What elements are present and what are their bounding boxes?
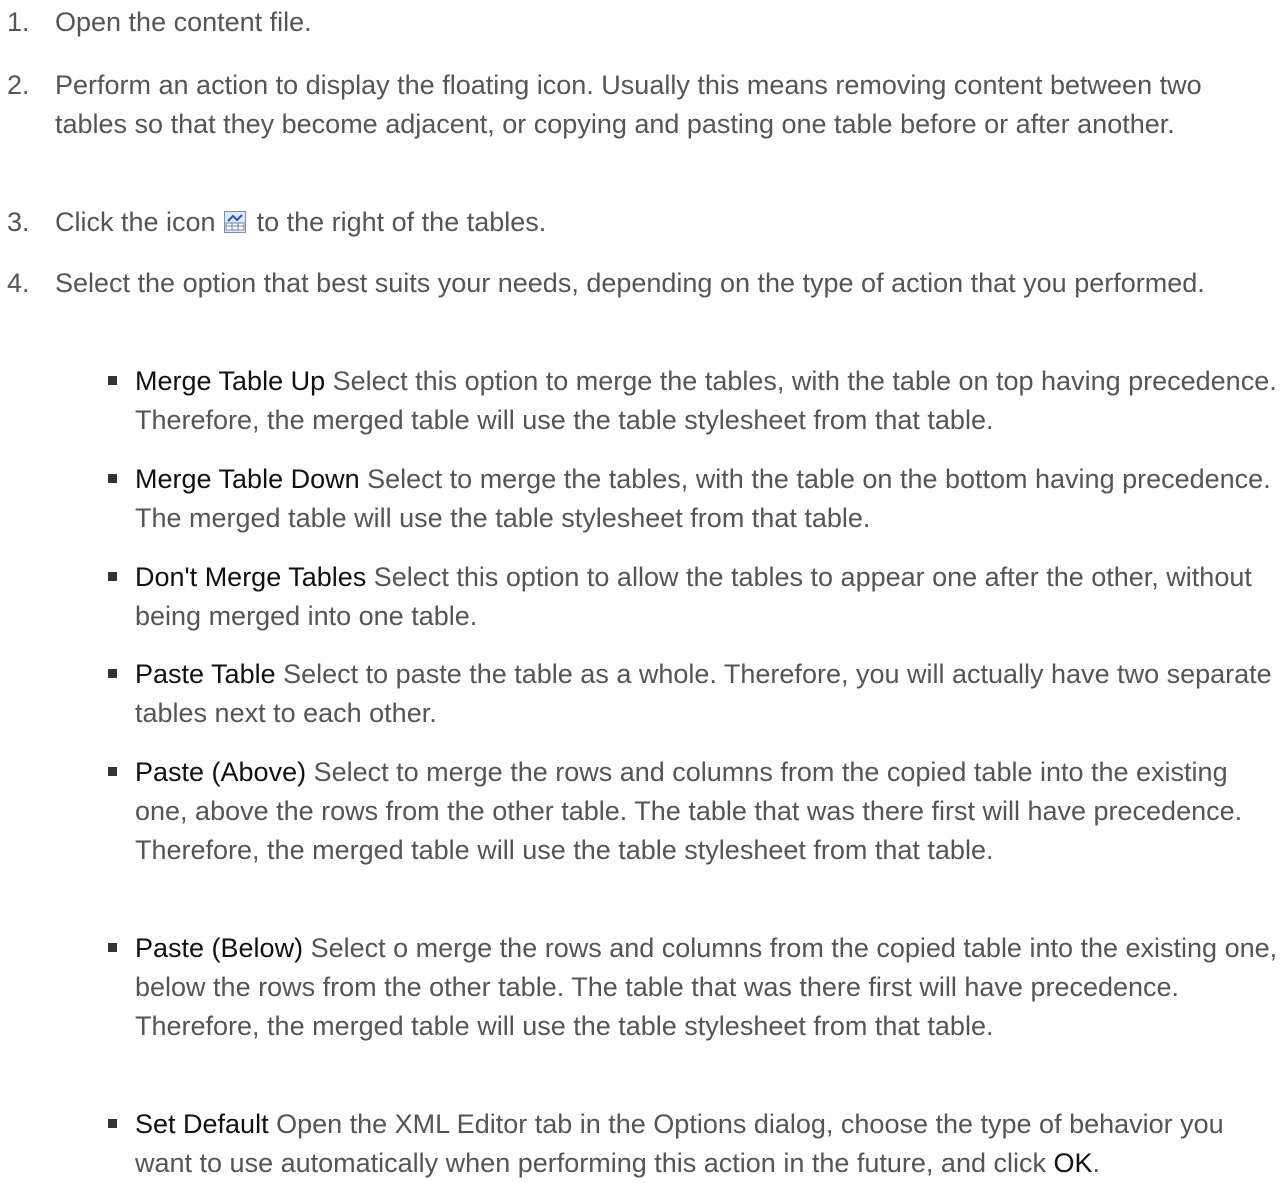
step-number: 2.: [7, 70, 30, 100]
option-text: Set Default Open the XML Editor tab in t…: [135, 1105, 1278, 1183]
option-term: Merge Table Down: [135, 464, 360, 494]
step-number: 1.: [7, 7, 30, 37]
document: 1. Open the content file. 2. Perform an …: [0, 0, 1284, 1182]
option-term: Merge Table Up: [135, 366, 326, 396]
ok-label: OK: [1053, 1148, 1093, 1178]
option-term: Set Default: [135, 1109, 269, 1139]
option-term: Paste Table: [135, 659, 276, 689]
bullet-icon: [108, 572, 117, 581]
option-end: .: [1092, 1148, 1101, 1178]
step-text: Perform an action to display the floatin…: [55, 70, 1202, 139]
bullet-icon: [108, 669, 117, 678]
step-text-before: Click the icon: [55, 207, 224, 237]
option-term: Paste (Below): [135, 933, 304, 963]
option-term: Paste (Above): [135, 757, 307, 787]
option-term: Don't Merge Tables: [135, 562, 367, 592]
step-text: Select the option that best suits your n…: [55, 268, 1205, 298]
step-number: 3.: [7, 207, 30, 237]
bullet-icon: [108, 474, 117, 483]
option-text: Paste (Above) Select to merge the rows a…: [135, 753, 1278, 870]
bullet-icon: [108, 767, 117, 776]
option-desc: Select to paste the table as a whole. Th…: [135, 659, 1272, 728]
bullet-icon: [108, 1119, 117, 1128]
option-text: Paste (Below) Select o merge the rows an…: [135, 929, 1278, 1046]
bullet-icon: [108, 376, 117, 385]
option-text: Merge Table Down Select to merge the tab…: [135, 460, 1278, 538]
option-text: Don't Merge Tables Select this option to…: [135, 558, 1278, 636]
bullet-icon: [108, 943, 117, 952]
option-text: Merge Table Up Select this option to mer…: [135, 362, 1278, 440]
step-text: Open the content file.: [55, 7, 312, 37]
option-desc: Select o merge the rows and columns from…: [135, 933, 1278, 1041]
option-text: Paste Table Select to paste the table as…: [135, 655, 1278, 733]
step-text-after: to the right of the tables.: [249, 207, 547, 237]
merge-tables-icon: [224, 211, 247, 233]
step-text: Click the icon to the right of the table…: [55, 203, 1280, 242]
step-number: 4.: [7, 268, 30, 298]
